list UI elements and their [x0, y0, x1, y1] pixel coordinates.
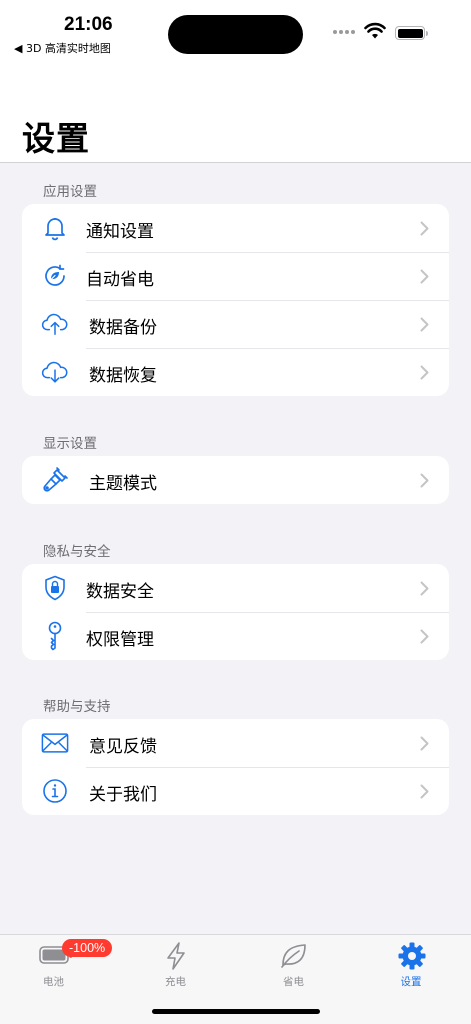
paintbrush-icon	[41, 466, 69, 494]
row-label: 主题模式	[89, 474, 157, 494]
row-feedback[interactable]: 意见反馈	[22, 719, 449, 767]
chevron-right-icon	[420, 473, 429, 488]
wifi-icon	[364, 22, 386, 39]
tab-label: 充电	[165, 976, 186, 988]
info-icon	[41, 777, 69, 805]
row-label: 关于我们	[89, 785, 157, 805]
row-label: 自动省电	[86, 270, 154, 290]
row-label: 权限管理	[86, 630, 154, 650]
chevron-right-icon	[420, 365, 429, 380]
row-data-restore[interactable]: 数据恢复	[22, 348, 449, 396]
row-data-backup[interactable]: 数据备份	[22, 300, 449, 348]
section-header-help-support: 帮助与支持	[43, 699, 111, 715]
row-auto-power-saving[interactable]: 自动省电	[22, 252, 449, 300]
tab-label: 设置	[400, 976, 422, 988]
auto-save-power-icon	[41, 262, 69, 290]
battery-badge: -100%	[62, 939, 113, 957]
row-notification-settings[interactable]: 通知设置	[22, 204, 449, 252]
chevron-right-icon	[420, 317, 429, 332]
privacy-security-group: 数据安全 权限管理	[22, 564, 449, 660]
section-header-display-settings: 显示设置	[43, 436, 97, 452]
home-indicator[interactable]	[152, 1009, 320, 1014]
bolt-icon	[166, 942, 185, 970]
chevron-right-icon	[420, 629, 429, 644]
section-header-app-settings: 应用设置	[43, 184, 97, 200]
bell-icon	[41, 214, 69, 242]
row-theme-mode[interactable]: 主题模式	[22, 456, 449, 504]
back-to-app-link[interactable]: ◀ 3D 高清实时地图	[14, 40, 111, 56]
cloud-upload-icon	[41, 310, 69, 338]
row-label: 数据恢复	[89, 366, 157, 386]
status-battery-icon	[395, 26, 428, 40]
status-time: 21:06	[64, 14, 113, 35]
tab-power-saving[interactable]: 省电	[234, 935, 351, 995]
lock-shield-icon	[41, 574, 69, 602]
row-permission-management[interactable]: 权限管理	[22, 612, 449, 660]
row-about-us[interactable]: 关于我们	[22, 767, 449, 815]
display-settings-group: 主题模式	[22, 456, 449, 504]
chevron-right-icon	[420, 221, 429, 236]
leaf-icon	[281, 944, 306, 968]
cloud-download-icon	[41, 358, 69, 386]
status-bar: 21:06 ◀ 3D 高清实时地图	[0, 0, 471, 60]
row-label: 数据备份	[89, 318, 157, 338]
page-title: 设置	[22, 119, 90, 158]
chevron-right-icon	[420, 581, 429, 596]
tab-settings[interactable]: 设置	[351, 935, 468, 995]
tab-label: 电池	[43, 976, 64, 988]
tab-charging[interactable]: 充电	[117, 935, 234, 995]
tab-label: 省电	[283, 976, 304, 988]
row-label: 通知设置	[86, 222, 154, 242]
help-support-group: 意见反馈 关于我们	[22, 719, 449, 815]
envelope-icon	[41, 729, 69, 757]
row-data-security[interactable]: 数据安全	[22, 564, 449, 612]
tab-battery[interactable]: -100% 电池	[0, 935, 117, 995]
app-settings-group: 通知设置 自动省电 数据备份 数据恢复	[22, 204, 449, 396]
key-icon	[41, 621, 69, 651]
chevron-right-icon	[420, 269, 429, 284]
cellular-signal-icon	[333, 30, 355, 36]
chevron-right-icon	[420, 736, 429, 751]
gear-icon	[398, 942, 426, 970]
row-label: 数据安全	[86, 582, 154, 602]
dynamic-island	[168, 15, 303, 54]
section-header-privacy-security: 隐私与安全	[43, 544, 111, 560]
row-label: 意见反馈	[89, 737, 157, 757]
chevron-right-icon	[420, 784, 429, 799]
